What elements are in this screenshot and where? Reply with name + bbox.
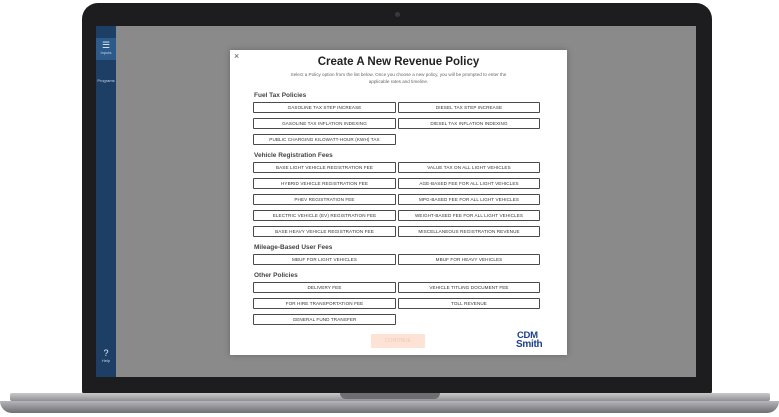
revenue-policy-modal: × Create A New Revenue Policy Select a P…: [230, 50, 567, 355]
policy-option[interactable]: PUBLIC CHARGING KILOWATT-HOUR (KWH) TAX: [253, 134, 396, 145]
policy-option[interactable]: BASE HEAVY VEHICLE REGISTRATION FEE: [253, 226, 396, 237]
section-title-mileage: Mileage-Based User Fees: [254, 244, 333, 251]
policy-option[interactable]: VALUE TAX ON ALL LIGHT VEHICLES: [398, 162, 540, 173]
policy-option[interactable]: DIESEL TAX INFLATION INDEXING: [398, 118, 540, 129]
policy-option[interactable]: GASOLINE TAX STEP INCREASE: [253, 102, 396, 113]
policy-option[interactable]: HYBRID VEHICLE REGISTRATION FEE: [253, 178, 396, 189]
sidebar-item-inputs[interactable]: ☰ Inputs: [96, 38, 116, 60]
cdm-smith-logo: CDM Smith: [516, 330, 558, 352]
laptop-base: [0, 401, 779, 413]
policy-option[interactable]: DIESEL TAX STEP INCREASE: [398, 102, 540, 113]
camera-icon: [395, 12, 400, 17]
sidebar-item-label: Help: [101, 358, 111, 363]
modal-subtitle: Select a Policy option from the list bel…: [290, 72, 507, 84]
sidebar-item-label: Programs: [97, 78, 115, 83]
policy-option[interactable]: BASE LIGHT VEHICLE REGISTRATION FEE: [253, 162, 396, 173]
policy-option[interactable]: VEHICLE TITLING DOCUMENT FEE: [398, 282, 540, 293]
policy-option[interactable]: GASOLINE TAX INFLATION INDEXING: [253, 118, 396, 129]
section-title-other: Other Policies: [254, 272, 298, 279]
sidebar: ☰ Inputs Programs ? Help: [96, 26, 116, 377]
policy-option[interactable]: WEIGHT-BASED FEE FOR ALL LIGHT VEHICLES: [398, 210, 540, 221]
policy-option[interactable]: MBUF FOR LIGHT VEHICLES: [253, 254, 396, 265]
policy-option[interactable]: FOR HIRE TRANSPORTATION FEE: [253, 298, 396, 309]
policy-option[interactable]: MPG-BASED FEE FOR ALL LIGHT VEHICLES: [398, 194, 540, 205]
continue-button[interactable]: CONTINUE: [371, 334, 425, 348]
help-icon: ?: [103, 348, 109, 358]
policy-option[interactable]: AGE-BASED FEE FOR ALL LIGHT VEHICLES: [398, 178, 540, 189]
policy-option[interactable]: ELECTRIC VEHICLE (EV) REGISTRATION FEE: [253, 210, 396, 221]
policy-option[interactable]: MISCELLANEOUS REGISTRATION REVENUE: [398, 226, 540, 237]
sidebar-item-label: Inputs: [100, 50, 112, 55]
modal-title: Create A New Revenue Policy: [317, 56, 480, 68]
policy-option[interactable]: PHEV REGISTRATION FEE: [253, 194, 396, 205]
sidebar-item-help[interactable]: ? Help: [96, 348, 116, 363]
policy-option[interactable]: MBUF FOR HEAVY VEHICLES: [398, 254, 540, 265]
sidebar-item-programs[interactable]: Programs: [96, 78, 116, 83]
policy-option[interactable]: TOLL REVENUE: [398, 298, 540, 309]
section-title-vehicle: Vehicle Registration Fees: [254, 152, 333, 159]
logo-line2: Smith: [516, 339, 543, 350]
section-title-fuel: Fuel Tax Policies: [254, 92, 307, 99]
policy-option[interactable]: DELIVERY FEE: [253, 282, 396, 293]
sliders-icon: ☰: [101, 40, 111, 50]
policy-option[interactable]: GENERAL FUND TRANSFER: [253, 314, 396, 325]
laptop-notch: [340, 393, 440, 399]
